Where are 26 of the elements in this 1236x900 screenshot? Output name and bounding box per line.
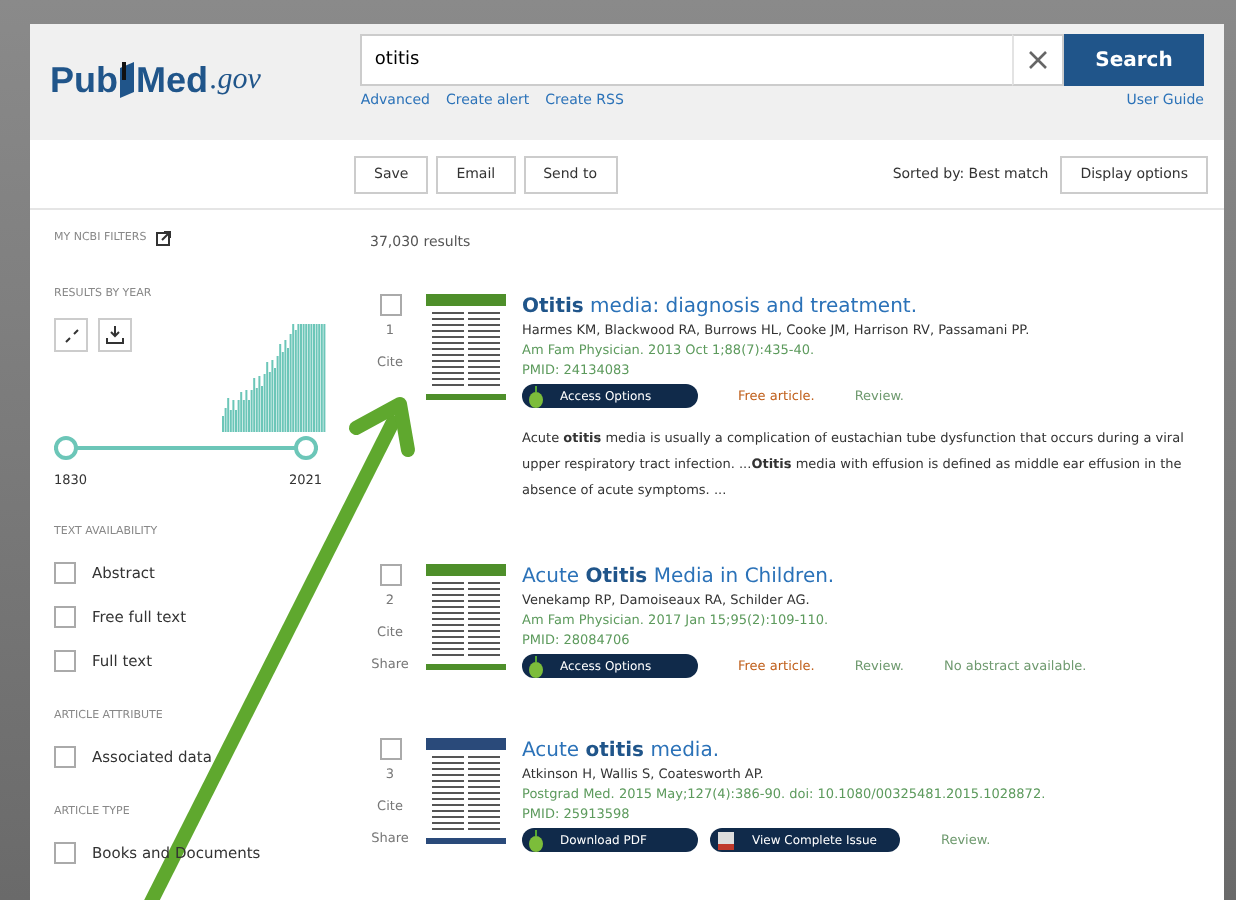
article-title-link[interactable]: Acute otitis media. [522, 738, 1204, 764]
checkbox[interactable] [54, 650, 76, 672]
drop-icon [528, 385, 544, 407]
article-title-link[interactable]: Acute Otitis Media in Children. [522, 564, 1204, 590]
checkbox[interactable] [54, 606, 76, 628]
search-field[interactable]: otitis [360, 34, 1012, 86]
checkbox[interactable] [54, 746, 76, 768]
checkbox[interactable] [379, 294, 401, 316]
pubmed-logo[interactable]: Pub Med.gov [50, 24, 261, 100]
expand-icon [63, 327, 79, 343]
download-icon [106, 326, 124, 344]
clear-button[interactable] [1012, 34, 1064, 86]
article-title-link[interactable]: Otitis media: diagnosis and treatment. [522, 294, 1204, 320]
search-button[interactable]: Search [1064, 34, 1204, 86]
checkbox[interactable] [379, 738, 401, 760]
book-icon [118, 60, 136, 100]
checkbox[interactable] [379, 564, 401, 586]
journal-icon [716, 829, 736, 851]
expand-button[interactable] [54, 318, 88, 352]
drop-icon [528, 655, 544, 677]
external-link-icon [156, 230, 173, 246]
download-button[interactable] [98, 318, 132, 352]
checkbox[interactable] [54, 842, 76, 864]
checkbox[interactable] [54, 562, 76, 584]
close-icon [1028, 49, 1048, 69]
drop-icon [528, 829, 544, 851]
